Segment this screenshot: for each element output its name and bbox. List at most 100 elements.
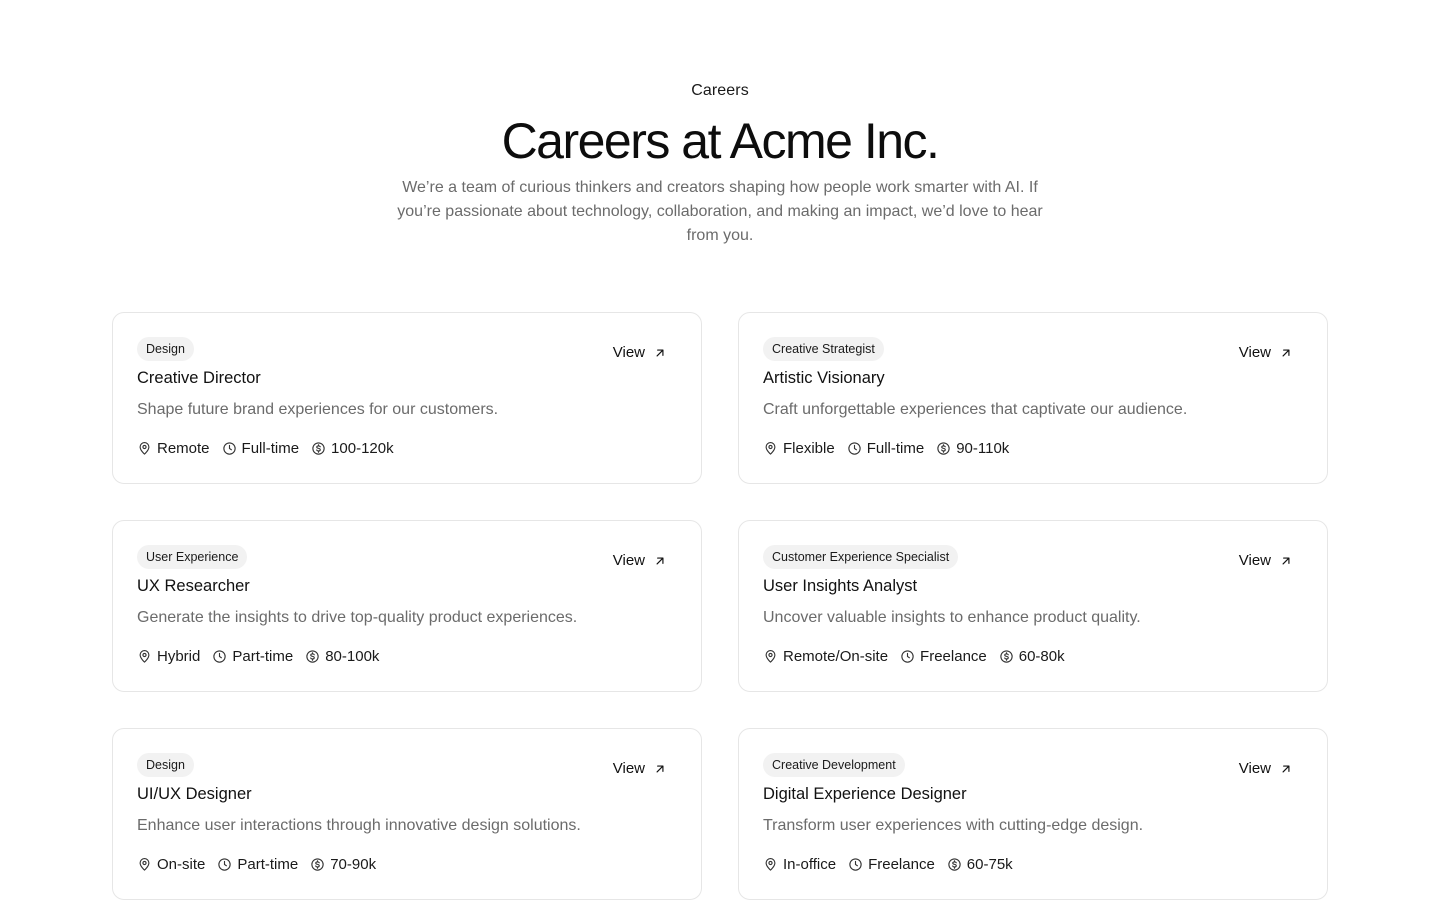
view-label: View <box>1238 344 1271 361</box>
job-meta: Hybrid Part-time 80-100k <box>137 648 379 665</box>
page-subtitle: We’re a team of curious thinkers and cre… <box>397 179 1043 244</box>
job-title: User Insights Analyst <box>763 577 918 595</box>
job-salary: 60-80k <box>999 648 1065 665</box>
view-job-button[interactable]: View <box>613 344 667 361</box>
job-meta: In-office Freelance 60-75k <box>763 856 1013 873</box>
job-meta: Remote/On-site Freelance 60-80k <box>763 648 1065 665</box>
job-type-text: Part-time <box>232 648 294 665</box>
job-tag: User Experience <box>137 545 248 569</box>
view-job-button[interactable]: View <box>613 552 667 569</box>
job-type: Part-time <box>217 856 298 873</box>
job-card[interactable]: Design View Creative Director Shape futu… <box>112 312 702 484</box>
view-label: View <box>612 344 645 361</box>
job-salary: 80-100k <box>305 648 379 665</box>
job-tag: Design <box>137 337 194 361</box>
job-type-text: Part-time <box>237 856 299 873</box>
dollar-circle-icon <box>312 442 325 455</box>
clock-icon <box>849 858 862 871</box>
job-location-text: Hybrid <box>157 648 201 665</box>
job-tag: Creative Strategist <box>763 337 884 361</box>
job-title: UX Researcher <box>137 577 250 595</box>
job-salary-text: 100-120k <box>331 440 394 457</box>
view-label: View <box>1238 760 1271 777</box>
job-location: Remote/On-site <box>763 648 888 665</box>
map-pin-icon <box>139 858 150 871</box>
page-title: Careers at Acme Inc. <box>501 113 940 169</box>
job-description: Shape future brand experiences for our c… <box>137 401 499 418</box>
job-card[interactable]: Creative Strategist View Artistic Vision… <box>738 312 1328 484</box>
job-type: Part-time <box>212 648 293 665</box>
view-label: View <box>612 760 645 777</box>
job-description: Uncover valuable insights to enhance pro… <box>763 609 1141 626</box>
job-salary-text: 60-75k <box>966 856 1013 873</box>
job-salary: 60-75k <box>947 856 1013 873</box>
dollar-circle-icon <box>311 858 324 871</box>
job-tag: Customer Experience Specialist <box>763 545 959 569</box>
job-location-text: Remote/On-site <box>783 648 889 665</box>
job-meta: Flexible Full-time 90-110k <box>763 440 1009 457</box>
job-tag: Creative Development <box>763 753 905 777</box>
clock-icon <box>848 442 861 455</box>
view-job-button[interactable]: View <box>1239 344 1293 361</box>
map-pin-icon <box>765 442 776 455</box>
eyebrow-label: Careers <box>691 82 749 99</box>
job-salary-text: 90-110k <box>956 440 1010 457</box>
job-location-text: Flexible <box>783 440 835 457</box>
job-tag: Design <box>137 753 194 777</box>
arrow-up-right-icon <box>656 765 664 772</box>
job-location: On-site <box>137 856 205 873</box>
view-label: View <box>612 552 645 569</box>
job-location-text: Remote <box>157 440 210 457</box>
view-job-button[interactable]: View <box>613 760 667 777</box>
dollar-circle-icon <box>937 442 950 455</box>
view-job-button[interactable]: View <box>1239 760 1293 777</box>
job-location: Remote <box>137 440 210 457</box>
job-salary: 100-120k <box>311 440 394 457</box>
arrow-up-right-icon <box>1282 557 1290 564</box>
arrow-up-right-icon <box>656 557 664 564</box>
job-location-text: In-office <box>783 856 837 873</box>
job-salary-text: 70-90k <box>330 856 377 873</box>
dollar-circle-icon <box>948 858 961 871</box>
job-description: Enhance user interactions through innova… <box>137 817 581 834</box>
arrow-up-right-icon <box>656 349 664 356</box>
clock-icon <box>213 650 227 663</box>
job-type-text: Freelance <box>920 648 987 665</box>
job-location: In-office <box>763 856 836 873</box>
arrow-up-right-icon <box>1282 765 1290 772</box>
map-pin-icon <box>139 650 150 663</box>
job-title: Artistic Visionary <box>763 369 885 387</box>
clock-icon <box>222 442 236 455</box>
job-salary: 70-90k <box>310 856 376 873</box>
job-type-text: Full-time <box>241 440 300 457</box>
job-description: Craft unforgettable experiences that cap… <box>763 401 1188 418</box>
job-type: Full-time <box>847 440 925 457</box>
arrow-up-right-icon <box>1282 349 1290 356</box>
job-card[interactable]: User Experience View UX Researcher Gener… <box>112 520 702 692</box>
job-type: Freelance <box>900 648 987 665</box>
job-salary-text: 60-80k <box>1018 648 1065 665</box>
clock-icon <box>901 650 914 663</box>
dollar-circle-icon <box>1000 650 1013 663</box>
job-type-text: Full-time <box>866 440 925 457</box>
job-location: Flexible <box>763 440 835 457</box>
job-salary-text: 80-100k <box>325 648 380 665</box>
job-card[interactable]: Design View UI/UX Designer Enhance user … <box>112 728 702 900</box>
job-salary: 90-110k <box>936 440 1009 457</box>
job-title: Creative Director <box>137 369 261 387</box>
job-meta: Remote Full-time 100-120k <box>137 440 394 457</box>
map-pin-icon <box>765 858 776 871</box>
job-card[interactable]: Customer Experience Specialist View User… <box>738 520 1328 692</box>
clock-icon <box>218 858 232 871</box>
job-description: Generate the insights to drive top-quali… <box>137 609 578 626</box>
view-job-button[interactable]: View <box>1239 552 1293 569</box>
dollar-circle-icon <box>306 650 319 663</box>
job-type-text: Freelance <box>868 856 935 873</box>
job-location: Hybrid <box>137 648 200 665</box>
view-label: View <box>1238 552 1271 569</box>
job-meta: On-site Part-time 70-90k <box>137 856 376 873</box>
job-title: Digital Experience Designer <box>763 785 967 803</box>
map-pin-icon <box>765 650 776 663</box>
job-card[interactable]: Creative Development View Digital Experi… <box>738 728 1328 900</box>
job-type: Full-time <box>222 440 300 457</box>
